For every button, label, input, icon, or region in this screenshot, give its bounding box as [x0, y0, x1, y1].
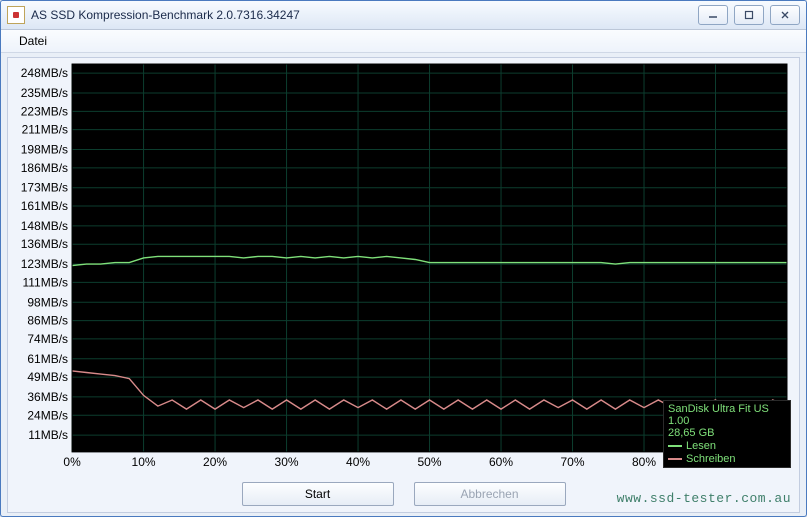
svg-text:40%: 40% — [346, 455, 370, 469]
svg-text:173MB/s: 173MB/s — [21, 181, 68, 195]
svg-text:148MB/s: 148MB/s — [21, 219, 68, 233]
menu-file[interactable]: Datei — [11, 32, 55, 50]
titlebar: AS SSD Kompression-Benchmark 2.0.7316.34… — [1, 1, 806, 30]
device-info-panel: SanDisk Ultra Fit US 1.00 28,65 GB Lesen… — [663, 400, 791, 468]
svg-text:98MB/s: 98MB/s — [27, 295, 68, 309]
svg-text:74MB/s: 74MB/s — [27, 332, 68, 346]
svg-text:161MB/s: 161MB/s — [21, 199, 68, 213]
app-icon — [7, 6, 25, 24]
svg-text:80%: 80% — [632, 455, 656, 469]
svg-text:49MB/s: 49MB/s — [27, 370, 68, 384]
minimize-button[interactable] — [698, 5, 728, 25]
device-firmware: 1.00 — [668, 415, 786, 427]
svg-text:61MB/s: 61MB/s — [27, 352, 68, 366]
svg-text:70%: 70% — [561, 455, 585, 469]
device-name: SanDisk Ultra Fit US — [668, 403, 786, 415]
svg-text:211MB/s: 211MB/s — [22, 123, 68, 137]
legend-write-label: Schreiben — [686, 453, 736, 465]
menubar: Datei — [1, 30, 806, 53]
window-title: AS SSD Kompression-Benchmark 2.0.7316.34… — [31, 8, 698, 22]
legend-read-label: Lesen — [686, 440, 716, 452]
svg-text:198MB/s: 198MB/s — [21, 143, 68, 157]
app-window: AS SSD Kompression-Benchmark 2.0.7316.34… — [0, 0, 807, 517]
svg-text:24MB/s: 24MB/s — [27, 408, 68, 422]
window-controls — [698, 5, 800, 25]
svg-text:223MB/s: 223MB/s — [21, 104, 68, 118]
svg-text:186MB/s: 186MB/s — [21, 161, 68, 175]
close-button[interactable] — [770, 5, 800, 25]
svg-text:20%: 20% — [203, 455, 227, 469]
legend-write: Schreiben — [668, 453, 786, 465]
svg-text:60%: 60% — [489, 455, 513, 469]
cancel-button: Abbrechen — [414, 482, 566, 506]
device-capacity: 28,65 GB — [668, 427, 786, 439]
svg-text:11MB/s: 11MB/s — [28, 428, 68, 442]
svg-text:10%: 10% — [132, 455, 156, 469]
svg-text:86MB/s: 86MB/s — [27, 314, 68, 328]
close-icon — [780, 10, 790, 20]
maximize-button[interactable] — [734, 5, 764, 25]
svg-text:136MB/s: 136MB/s — [21, 237, 68, 251]
svg-text:36MB/s: 36MB/s — [27, 390, 68, 404]
legend-write-swatch — [668, 458, 682, 460]
legend-read-swatch — [668, 445, 682, 447]
svg-text:235MB/s: 235MB/s — [21, 86, 68, 100]
svg-text:123MB/s: 123MB/s — [21, 257, 68, 271]
client-area: 11MB/s 24MB/s 36MB/s 49MB/s 61MB/s 74MB/s 86MB… — [7, 57, 800, 513]
svg-text:30%: 30% — [275, 455, 299, 469]
svg-text:111MB/s: 111MB/s — [23, 275, 69, 289]
svg-text:0%: 0% — [63, 455, 81, 469]
svg-text:50%: 50% — [418, 455, 442, 469]
start-button[interactable]: Start — [242, 482, 394, 506]
maximize-icon — [744, 10, 754, 20]
minimize-icon — [708, 10, 718, 20]
legend-read: Lesen — [668, 440, 786, 452]
svg-text:248MB/s: 248MB/s — [21, 66, 68, 80]
watermark-text: www.ssd-tester.com.au — [617, 491, 791, 506]
